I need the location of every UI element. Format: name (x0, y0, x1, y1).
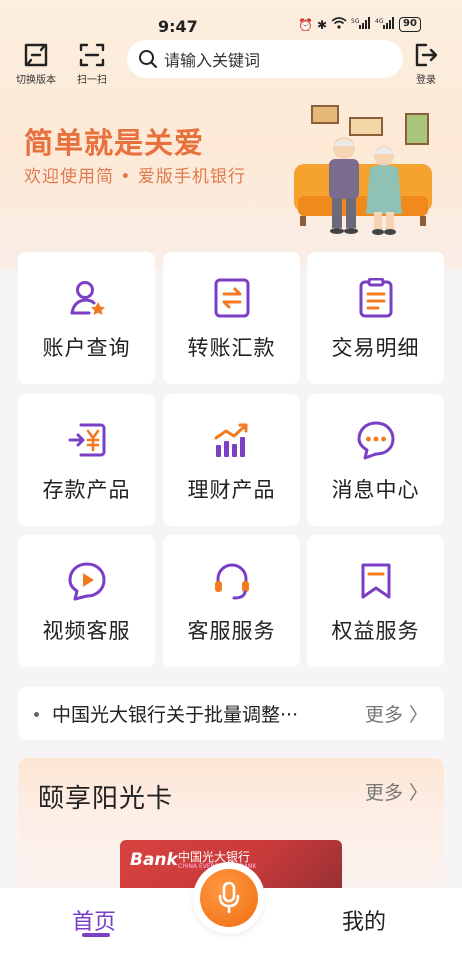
tile-deposit[interactable]: 存款产品 (18, 394, 155, 526)
tile-customer-service[interactable]: 客服服务 (163, 535, 300, 667)
tile-video-service[interactable]: 视频客服 (18, 535, 155, 667)
microphone-icon (218, 882, 240, 914)
card-more-link[interactable]: 更多 〉 (365, 778, 428, 805)
svg-text:5G: 5G (351, 18, 360, 25)
signal-5g-icon: 5G (351, 17, 371, 32)
login-button[interactable]: 登录 (396, 42, 456, 86)
transaction-detail-icon (359, 278, 392, 318)
wifi-icon (331, 17, 347, 32)
scan-button[interactable]: 扫一扫 (62, 42, 122, 86)
signal-4g-icon: 4G (375, 17, 395, 32)
login-icon (415, 43, 438, 67)
bullet-dot (34, 712, 39, 717)
tile-message-center[interactable]: 消息中心 (307, 394, 444, 526)
tile-label: 转账汇款 (187, 336, 276, 360)
voice-button[interactable] (193, 862, 265, 934)
wealth-chart-icon (214, 423, 247, 457)
svg-text:4G: 4G (375, 18, 384, 25)
headset-icon (214, 563, 249, 600)
search-input[interactable]: 请输入关键词 (127, 40, 403, 78)
switch-version-label: 切换版本 (16, 75, 56, 86)
search-icon (139, 50, 157, 68)
video-play-icon (68, 562, 105, 601)
tile-label: 账户查询 (42, 336, 131, 360)
tile-label: 权益服务 (331, 619, 420, 643)
bookmark-icon (361, 563, 390, 599)
deposit-icon (68, 423, 105, 457)
battery-indicator: 90 (399, 17, 421, 32)
status-icons: ⏰ ✱ 5G 4G 90 (298, 17, 421, 32)
bluetooth-icon: ✱ (316, 17, 328, 32)
hero-subtitle: 欢迎使用简 • 爱版手机银行 (24, 167, 246, 187)
notice-more-link[interactable]: 更多 〉 (365, 700, 428, 727)
tile-wealth[interactable]: 理财产品 (163, 394, 300, 526)
message-bubble-icon (357, 421, 394, 460)
tile-label: 视频客服 (42, 619, 131, 643)
tile-label: 交易明细 (331, 336, 420, 360)
voice-button-inner (200, 869, 258, 927)
card-section-title: 颐享阳光卡 (38, 784, 174, 814)
scan-icon (79, 43, 105, 67)
nav-home-indicator (82, 933, 110, 937)
tile-transfer[interactable]: 转账汇款 (163, 252, 300, 384)
switch-version-button[interactable]: 切换版本 (6, 42, 66, 86)
tile-label: 客服服务 (187, 619, 276, 643)
status-bar: 9:47 ⏰ ✱ 5G 4G 90 (0, 0, 462, 36)
tile-account-query[interactable]: 账户查询 (18, 252, 155, 384)
hero-title: 简单就是关爱 (24, 126, 205, 160)
tile-label: 消息中心 (331, 478, 420, 502)
tile-rights-service[interactable]: 权益服务 (307, 535, 444, 667)
tile-label: 存款产品 (42, 478, 131, 502)
status-time: 9:47 (158, 17, 198, 36)
switch-version-icon (24, 43, 48, 67)
notice-bar[interactable]: 中国光大银行关于批量调整··· 更多 〉 (18, 687, 444, 740)
login-label: 登录 (416, 75, 436, 86)
notice-text[interactable]: 中国光大银行关于批量调整··· (52, 700, 298, 727)
scan-label: 扫一扫 (77, 75, 107, 86)
alarm-icon: ⏰ (298, 17, 313, 32)
nav-home[interactable]: 首页 (72, 904, 116, 936)
tile-label: 理财产品 (187, 478, 276, 502)
transfer-icon (214, 278, 249, 318)
bank-card-logo: Bank (130, 850, 178, 870)
tile-transaction-detail[interactable]: 交易明细 (307, 252, 444, 384)
account-query-icon (70, 281, 105, 315)
search-placeholder: 请输入关键词 (164, 51, 261, 70)
nav-mine[interactable]: 我的 (342, 904, 386, 936)
elderly-couple-illustration (294, 105, 432, 235)
